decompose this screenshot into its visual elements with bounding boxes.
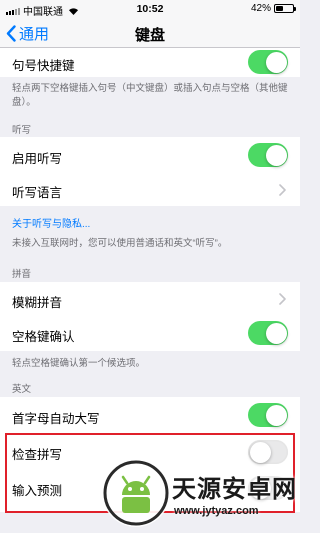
battery-icon [274,4,296,13]
space-confirm-toggle[interactable] [248,321,288,345]
row-label: 启用听写 [12,152,63,166]
chevron-right-icon [279,184,286,196]
period-shortcut-toggle[interactable] [248,50,288,74]
toggle-knob [265,322,287,344]
row-space-confirm: 空格键确认 [0,316,300,351]
space-confirm-note: 轻点空格键确认第一个候选项。 [12,358,146,369]
row-auto-capitalization: 首字母自动大写 [0,397,300,434]
status-right: 42% [250,3,296,14]
row-enable-dictation: 启用听写 [0,137,300,174]
row-label: 空格键确认 [12,330,75,344]
section-header-dictation: 听写 [12,125,32,136]
navigation-bar: 通用 键盘 [0,18,300,48]
period-shortcut-note: 轻点两下空格键插入句号（中文键盘）或插入句点与空格（其他键盘）。 [12,83,288,108]
watermark: 天源安卓网 www.jytyaz.com [102,455,297,530]
page-title: 键盘 [134,27,165,44]
status-bar: 中国联通 10:52 42% [0,0,300,18]
toggle-knob [265,51,287,73]
android-logo-icon [102,459,170,527]
row-label: 句号快捷键 [12,59,75,73]
row-label: 听写语言 [12,186,63,200]
dictation-note: 未接入互联网时，您可以使用普通话和英文“听写”。 [12,238,228,249]
watermark-url: www.jytyaz.com [174,505,259,517]
toggle-knob [265,404,287,426]
row-period-shortcut: 句号快捷键 [0,48,300,77]
section-header-pinyin: 拼音 [12,269,32,280]
dictation-privacy-link[interactable]: 关于听写与隐私... [12,215,90,230]
battery-percent: 42% [250,3,271,14]
toggle-knob [265,144,287,166]
auto-capitalization-toggle[interactable] [248,403,288,427]
battery-level [276,6,283,11]
row-label: 首字母自动大写 [12,412,100,426]
chevron-right-icon [279,293,286,305]
enable-dictation-toggle[interactable] [248,143,288,167]
row-label: 模糊拼音 [12,296,63,310]
section-header-english: 英文 [12,384,32,395]
row-fuzzy-pinyin[interactable]: 模糊拼音 [0,282,300,316]
watermark-name: 天源安卓网 [172,476,297,503]
row-dictation-languages[interactable]: 听写语言 [0,174,300,206]
